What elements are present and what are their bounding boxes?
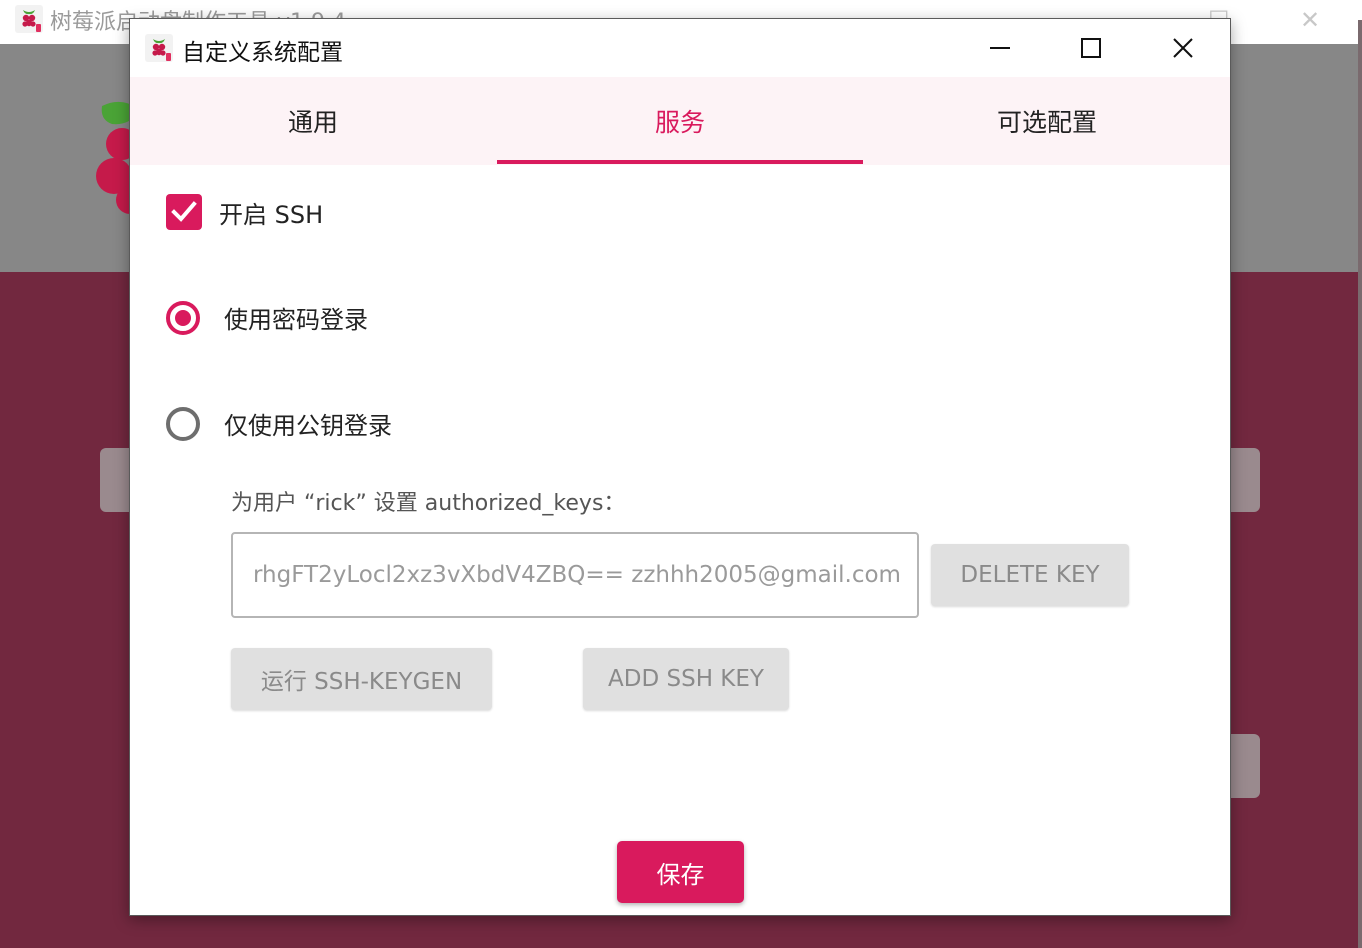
close-icon[interactable] xyxy=(1161,29,1205,67)
enable-ssh-checkbox[interactable] xyxy=(166,194,202,230)
dialog-title: 自定义系统配置 xyxy=(182,40,343,66)
add-ssh-key-button[interactable]: ADD SSH KEY xyxy=(583,648,789,710)
authorized-keys-label: 为用户 “rick” 设置 authorized_keys： xyxy=(231,491,626,516)
tab-general[interactable]: 通用 xyxy=(130,77,496,165)
background-close-icon[interactable]: ✕ xyxy=(1300,6,1320,34)
raspberry-app-icon xyxy=(15,5,43,33)
tab-services[interactable]: 服务 xyxy=(497,77,863,165)
minimize-icon[interactable] xyxy=(978,29,1022,67)
pubkey-login-row[interactable]: 仅使用公钥登录 xyxy=(166,406,392,441)
authorized-key-field[interactable]: rhgFT2yLocl2xz3vXbdV4ZBQ== zzhhh2005@gma… xyxy=(231,532,919,618)
pubkey-login-label: 仅使用公钥登录 xyxy=(224,412,392,440)
active-tab-indicator xyxy=(497,160,863,164)
checkmark-icon xyxy=(171,201,197,222)
tab-options[interactable]: 可选配置 xyxy=(864,77,1230,165)
pubkey-login-radio[interactable] xyxy=(166,406,200,441)
enable-ssh-label: 开启 SSH xyxy=(219,200,324,229)
tab-bar: 通用 服务 可选配置 xyxy=(130,77,1230,165)
maximize-icon[interactable] xyxy=(1069,29,1113,67)
password-login-radio[interactable] xyxy=(166,300,200,335)
enable-ssh-row[interactable]: 开启 SSH xyxy=(166,194,323,230)
run-keygen-button[interactable]: 运行 SSH-KEYGEN xyxy=(231,648,492,710)
password-login-label: 使用密码登录 xyxy=(224,306,368,334)
delete-key-button[interactable]: DELETE KEY xyxy=(931,544,1129,606)
password-login-row[interactable]: 使用密码登录 xyxy=(166,300,368,335)
dialog-titlebar: 自定义系统配置 xyxy=(130,19,1230,77)
background-window-edge xyxy=(1358,20,1362,948)
custom-config-dialog: 自定义系统配置 通用 服务 可选配置 开启 SSH 使用密码登录 仅使用公钥登录 xyxy=(129,18,1231,916)
save-button[interactable]: 保存 xyxy=(617,841,744,903)
raspberry-app-icon xyxy=(145,34,173,62)
